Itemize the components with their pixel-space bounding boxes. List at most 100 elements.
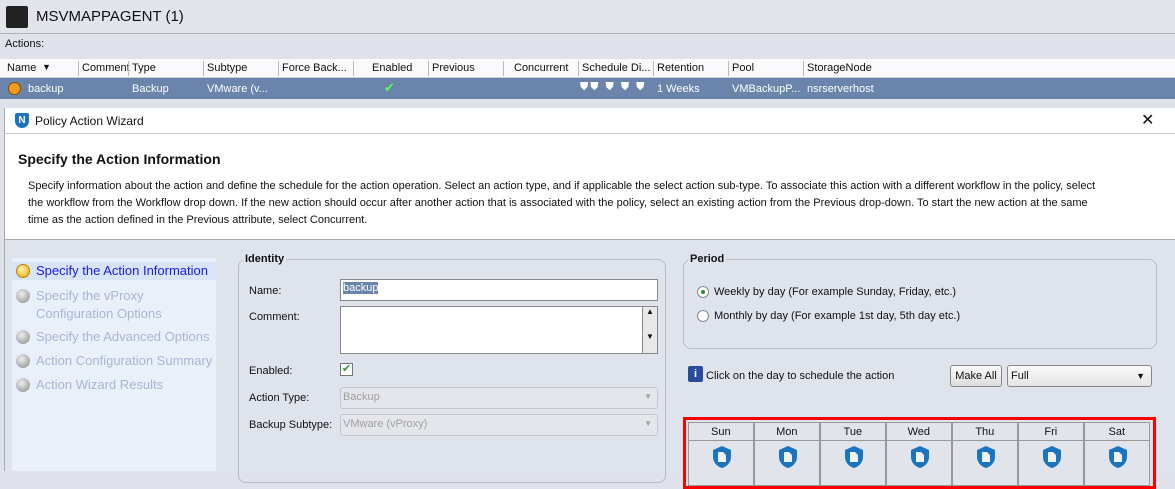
backup-action-icon — [8, 82, 21, 95]
enabled-checkbox[interactable]: ✔ — [340, 363, 353, 376]
col-retention[interactable]: Retention — [657, 62, 704, 74]
col-name[interactable]: Name — [7, 62, 36, 74]
col-pool[interactable]: Pool — [732, 62, 754, 74]
step-label: Specify the Action Information — [36, 263, 208, 278]
actions-table-header: Name ▼ Comment Type Subtype Force Back...… — [0, 59, 1175, 78]
full-backup-shield-icon — [845, 446, 863, 468]
day-label: Sun — [689, 423, 753, 441]
step-label: Specify the vProxy Configuration Options — [36, 288, 162, 321]
col-subtype[interactable]: Subtype — [207, 62, 247, 74]
backup-subtype-label: Backup Subtype: — [249, 419, 333, 431]
wizard-steps: Specify the Action Information Specify t… — [12, 258, 216, 471]
close-icon[interactable]: ✕ — [1141, 110, 1154, 130]
cell-retention: 1 Weeks — [657, 83, 700, 95]
day-cell-sun[interactable]: Sun — [688, 422, 754, 486]
col-concurrent[interactable]: Concurrent — [514, 62, 568, 74]
day-cell-mon[interactable]: Mon — [754, 422, 820, 486]
monthly-radio[interactable]: Monthly by day (For example 1st day, 5th… — [697, 310, 960, 322]
col-schedule[interactable]: Schedule Di... — [582, 62, 650, 74]
day-cell-sat[interactable]: Sat — [1084, 422, 1150, 486]
step-label: Action Wizard Results — [36, 377, 164, 392]
step-pending-icon — [16, 330, 30, 344]
scroll-up-icon[interactable]: ▲ — [643, 307, 657, 316]
identity-legend: Identity — [245, 253, 285, 265]
schedule-hint: Click on the day to schedule the action — [706, 370, 895, 382]
day-label: Fri — [1019, 423, 1083, 441]
name-label: Name: — [249, 285, 282, 297]
step-configuration-summary[interactable]: Action Configuration Summary — [12, 352, 216, 370]
workflow-icon — [6, 6, 28, 28]
comment-textarea[interactable]: ▲ ▼ — [340, 306, 658, 354]
enabled-check-icon: ✔ — [384, 80, 395, 95]
wizard-header: Specify the Action Information Specify i… — [5, 134, 1175, 240]
schedule-shields-icon: ⛊⛊ ⛊ ⛊ ⛊ — [580, 81, 647, 93]
make-all-button[interactable]: Make All — [950, 365, 1002, 387]
cell-name: backup — [28, 83, 64, 95]
backup-subtype-select[interactable]: VMware (vProxy) ▼ — [340, 414, 658, 436]
backup-level-select[interactable]: Full ▼ — [1007, 365, 1152, 387]
table-row[interactable]: backup Backup VMware (v... ✔ ⛊⛊ ⛊ ⛊ ⛊ 1 … — [0, 78, 1175, 99]
day-label: Thu — [953, 423, 1017, 441]
full-backup-shield-icon — [911, 446, 929, 468]
step-pending-icon — [16, 289, 30, 303]
comment-label: Comment: — [249, 311, 300, 323]
step-label: Action Configuration Summary — [36, 353, 213, 368]
info-icon: i — [688, 366, 703, 382]
day-label: Wed — [887, 423, 951, 441]
action-type-select[interactable]: Backup ▼ — [340, 387, 658, 409]
col-storagenode[interactable]: StorageNode — [807, 62, 872, 74]
backup-level-value: Full — [1011, 370, 1029, 382]
current-step-icon — [16, 264, 30, 278]
period-group: Period — [683, 253, 1157, 349]
wizard-description: Specify information about the action and… — [28, 180, 1096, 226]
sort-desc-icon: ▼ — [42, 62, 51, 72]
backup-subtype-value: VMware (vProxy) — [343, 418, 428, 430]
day-cell-tue[interactable]: Tue — [820, 422, 886, 486]
period-legend: Period — [690, 253, 725, 265]
name-input[interactable]: backup — [340, 279, 658, 301]
scroll-down-icon[interactable]: ▼ — [643, 332, 657, 341]
col-type[interactable]: Type — [132, 62, 156, 74]
weekly-radio[interactable]: Weekly by day (For example Sunday, Frida… — [697, 286, 956, 298]
full-backup-shield-icon — [779, 446, 797, 468]
step-pending-icon — [16, 378, 30, 392]
step-wizard-results[interactable]: Action Wizard Results — [12, 376, 216, 394]
col-enabled[interactable]: Enabled — [372, 62, 412, 74]
col-comment[interactable]: Comment — [82, 62, 130, 74]
col-force-backup[interactable]: Force Back... — [282, 62, 347, 74]
weekly-label: Weekly by day (For example Sunday, Frida… — [714, 286, 957, 298]
day-cell-fri[interactable]: Fri — [1018, 422, 1084, 486]
col-previous[interactable]: Previous — [432, 62, 475, 74]
day-label: Tue — [821, 423, 885, 441]
day-label: Mon — [755, 423, 819, 441]
full-backup-shield-icon — [977, 446, 995, 468]
chevron-down-icon: ▼ — [644, 419, 652, 428]
action-type-label: Action Type: — [249, 392, 310, 404]
actions-label: Actions: — [5, 38, 45, 50]
enabled-label: Enabled: — [249, 365, 293, 377]
wizard-heading: Specify the Action Information — [18, 151, 221, 167]
step-label: Specify the Advanced Options — [36, 329, 210, 344]
workflow-title: MSVMAPPAGENT (1) — [36, 8, 184, 25]
step-advanced-options[interactable]: Specify the Advanced Options — [12, 328, 216, 346]
day-cell-thu[interactable]: Thu — [952, 422, 1018, 486]
networker-logo-icon: N — [15, 113, 29, 128]
full-backup-shield-icon — [1109, 446, 1127, 468]
full-backup-shield-icon — [1043, 446, 1061, 468]
day-schedule-grid: Sun Mon Tue Wed Thu Fri Sat — [683, 417, 1156, 489]
comment-scrollbar[interactable]: ▲ ▼ — [642, 307, 657, 353]
cell-pool: VMBackupP... — [732, 83, 801, 95]
cell-subtype: VMware (v... — [207, 83, 268, 95]
step-vproxy-options[interactable]: Specify the vProxy Configuration Options — [12, 287, 202, 323]
step-pending-icon — [16, 354, 30, 368]
step-action-information[interactable]: Specify the Action Information — [12, 262, 216, 280]
monthly-label: Monthly by day (For example 1st day, 5th… — [714, 310, 961, 322]
wizard-titlebar: N Policy Action Wizard ✕ — [5, 108, 1175, 134]
chevron-down-icon: ▼ — [1136, 371, 1145, 381]
cell-type: Backup — [132, 83, 169, 95]
chevron-down-icon: ▼ — [644, 392, 652, 401]
day-cell-wed[interactable]: Wed — [886, 422, 952, 486]
cell-storagenode: nsrserverhost — [807, 83, 874, 95]
wizard-title: Policy Action Wizard — [35, 114, 144, 128]
action-type-value: Backup — [343, 391, 380, 403]
